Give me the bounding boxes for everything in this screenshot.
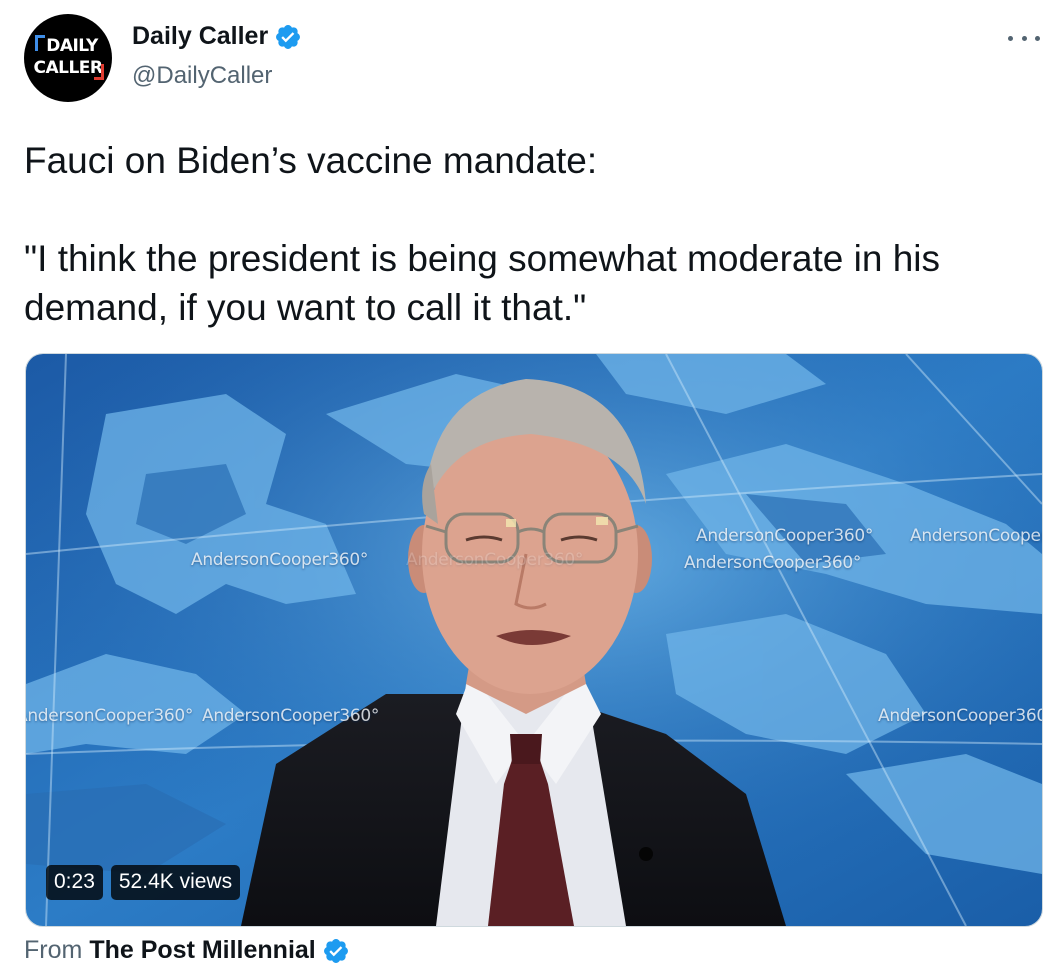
video-frame-illustration: [26, 354, 1042, 926]
video-views: 52.4K views: [110, 865, 241, 900]
logo-bracket-bottom: [94, 64, 104, 80]
verified-badge-icon: [276, 24, 301, 49]
video-duration: 0:23: [46, 865, 103, 900]
watermark-label: AndersonCooper360°: [684, 553, 862, 573]
watermark-label: AndersonCooper360°: [191, 550, 369, 570]
author-display-name[interactable]: Daily Caller: [132, 22, 268, 51]
more-dot: [1021, 35, 1027, 41]
more-options-icon[interactable]: [1008, 26, 1040, 50]
more-dot: [1008, 35, 1013, 41]
watermark-label: AndersonCooper360°: [202, 706, 380, 726]
video-badges: 0:23 52.4K views: [46, 865, 248, 900]
attribution-source-link[interactable]: The Post Millennial: [89, 936, 315, 965]
author-name-row: Daily Caller: [132, 22, 302, 51]
tweet-text: Fauci on Biden’s vaccine mandate: "I thi…: [24, 140, 941, 328]
watermark-label: AndersonCooper360°: [406, 550, 584, 570]
verified-badge-icon: [323, 938, 348, 963]
watermark-label: AndersonCooper360°: [878, 706, 1043, 726]
avatar[interactable]: DAILY CALLER: [24, 14, 112, 102]
attribution-label: From: [24, 936, 83, 964]
watermark-label: AndersonCooper360°: [25, 706, 194, 726]
video-player[interactable]: AndersonCooper360° AndersonCooper360° An…: [25, 353, 1043, 927]
more-dot: [1035, 35, 1040, 41]
author-handle[interactable]: @DailyCaller: [132, 62, 272, 90]
watermark-label: AndersonCooper360°: [696, 526, 874, 546]
watermark-label: AndersonCooper360°: [910, 526, 1042, 546]
avatar-logo-line-1: DAILY: [46, 36, 98, 56]
media-attribution: From The Post Millennial: [24, 936, 350, 965]
